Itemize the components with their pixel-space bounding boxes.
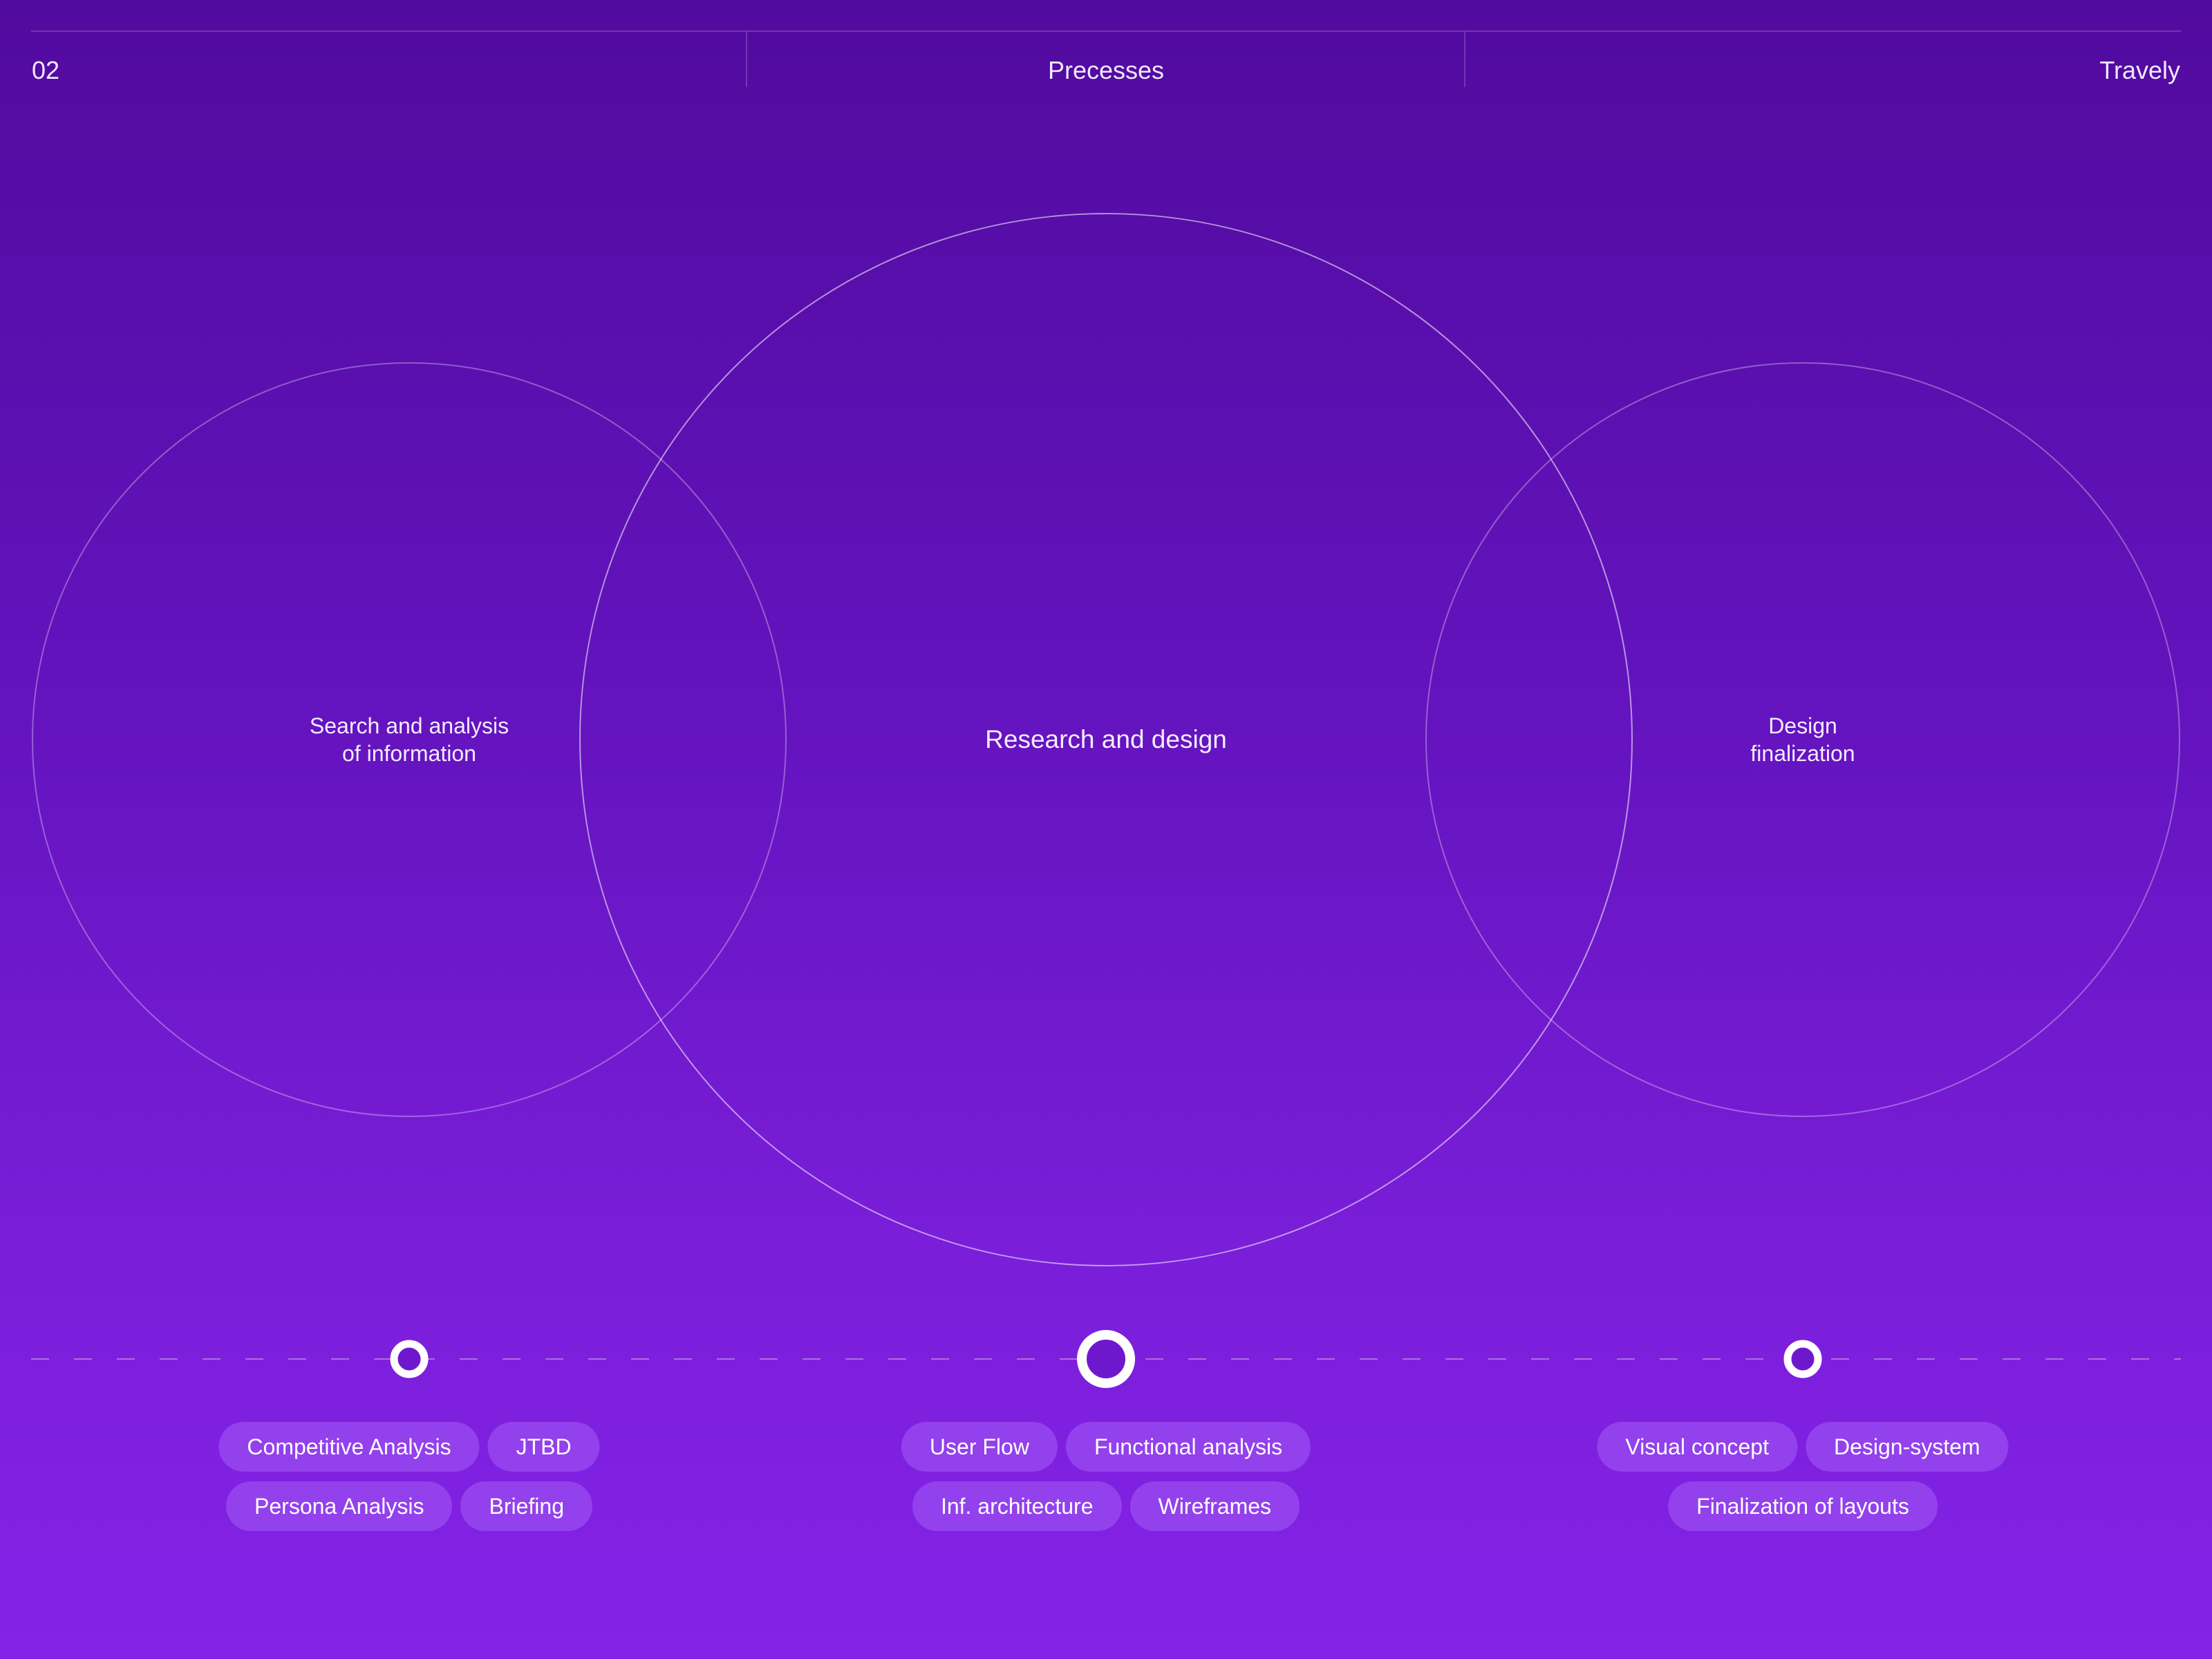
circle-label-research: Research and design [985, 725, 1227, 753]
circle-label-search: Search and analysis of information [309, 713, 509, 766]
timeline-marker-icon [390, 1340, 429, 1378]
tag-jtbd: JTBD [487, 1422, 600, 1472]
tag-row: Inf. architecture Wireframes [912, 1481, 1300, 1531]
tag-inf-architecture: Inf. architecture [912, 1481, 1122, 1531]
tag-design-system: Design-system [1805, 1422, 2009, 1472]
tag-row: Competitive Analysis JTBD [218, 1422, 600, 1472]
tag-visual-concept: Visual concept [1597, 1422, 1797, 1472]
tag-functional-analysis: Functional analysis [1065, 1422, 1311, 1472]
tag-briefing: Briefing [460, 1481, 592, 1531]
tag-competitive-analysis: Competitive Analysis [218, 1422, 480, 1472]
tag-finalization-of-layouts: Finalization of layouts [1668, 1481, 1938, 1531]
tag-row: Visual concept Design-system [1597, 1422, 2009, 1472]
timeline-marker-icon [1783, 1340, 1822, 1378]
tag-user-flow: User Flow [901, 1422, 1058, 1472]
tag-row: Finalization of layouts [1668, 1481, 1938, 1531]
circle-label-finalization: Design finalization [1750, 713, 1855, 766]
process-diagram [31, 213, 2181, 1388]
timeline-marker-icon [1077, 1330, 1135, 1388]
tag-row: User Flow Functional analysis [901, 1422, 1311, 1472]
tag-persona-analysis: Persona Analysis [226, 1481, 453, 1531]
tag-wireframes: Wireframes [1130, 1481, 1300, 1531]
tag-row: Persona Analysis Briefing [226, 1481, 592, 1531]
